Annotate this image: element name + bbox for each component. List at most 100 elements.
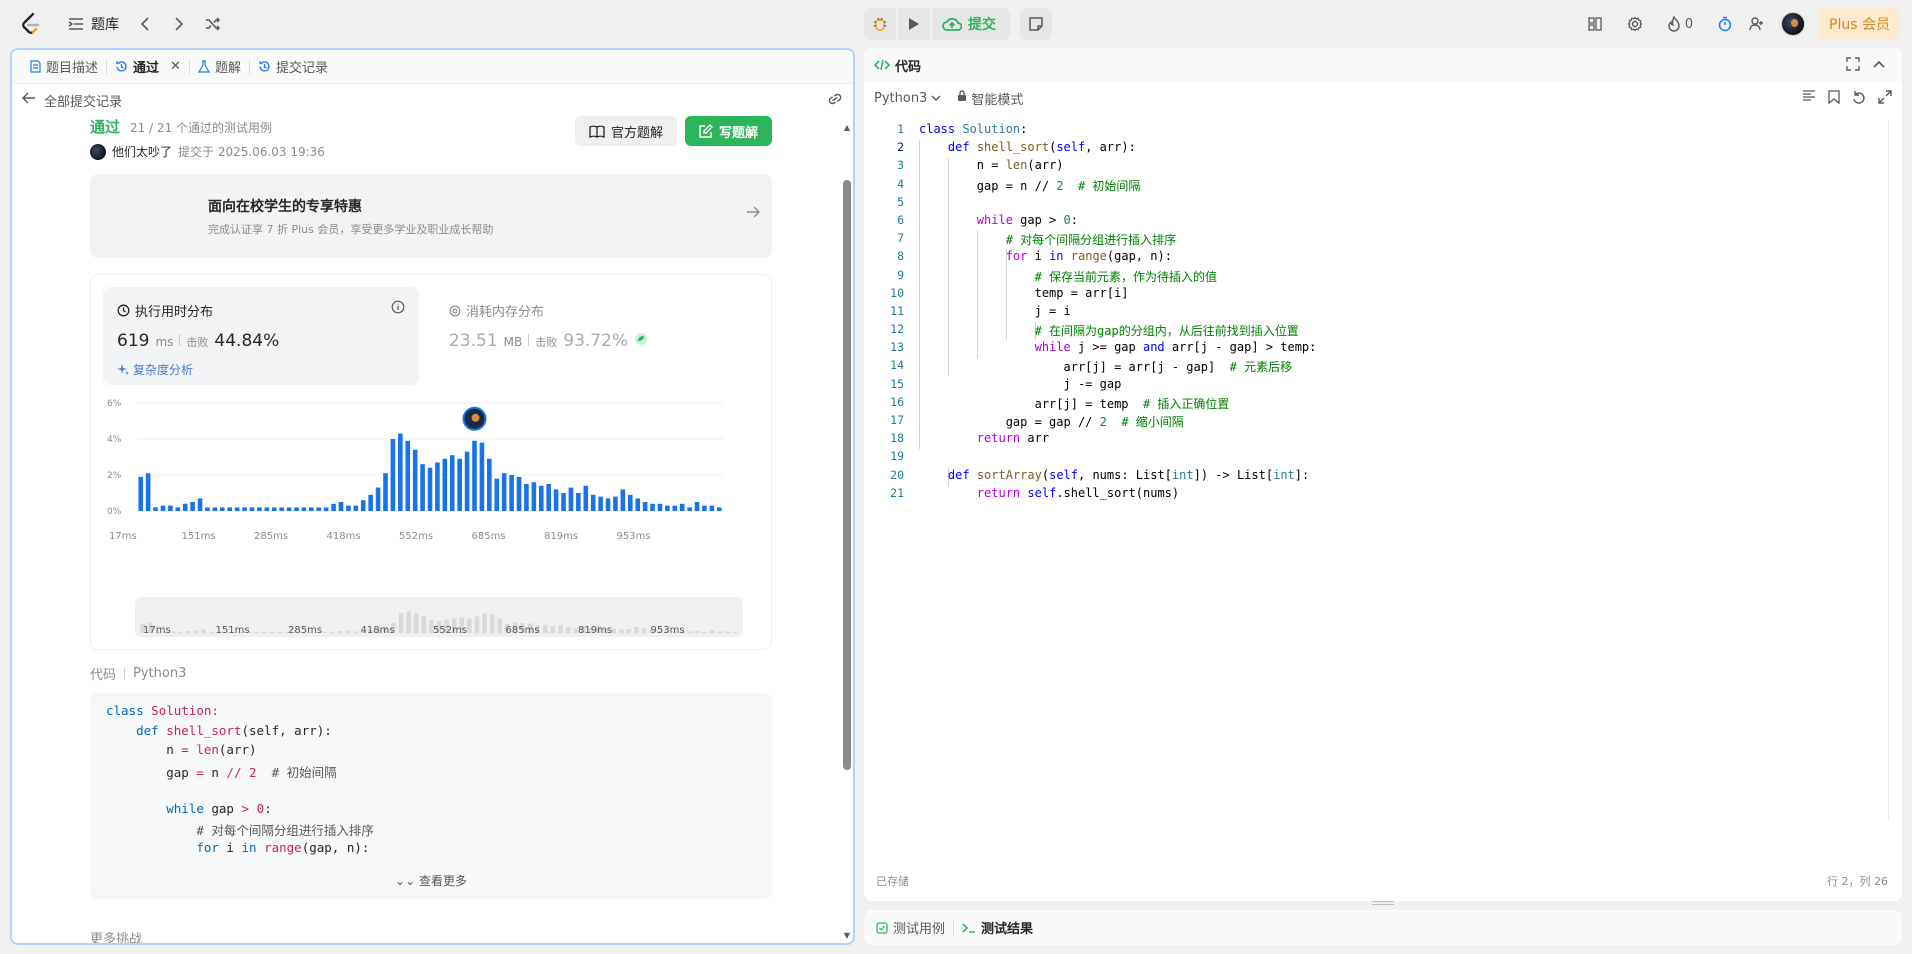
line-number: 20	[890, 467, 904, 482]
expand-icon[interactable]	[1878, 90, 1892, 108]
code-line[interactable]: 5	[864, 195, 1884, 213]
problem-bank-link[interactable]: 题库	[91, 14, 119, 34]
official-solution-button[interactable]: 官方题解	[574, 116, 677, 146]
code-line[interactable]: 12 # 在间隔为gap的分组内，从后往前找到插入位置	[864, 322, 1884, 340]
tab-test-result[interactable]: 测试结果	[962, 918, 1033, 937]
code-line[interactable]: 6 while gap > 0:	[864, 213, 1884, 231]
streak-counter[interactable]: 0	[1657, 8, 1703, 40]
code-editor[interactable]: 1 class Solution: 2 def shell_sort(self, …	[864, 122, 1884, 842]
close-tab-icon[interactable]: ✕	[170, 59, 181, 74]
smart-mode-toggle[interactable]: 智能模式	[957, 89, 1023, 108]
code-line[interactable]: 21 return self.shell_sort(nums)	[864, 486, 1884, 504]
scroll-up-arrow[interactable]: ▲	[843, 124, 851, 132]
code-line[interactable]: 8 for i in range(gap, n):	[864, 249, 1884, 267]
all-submissions-link[interactable]: 全部提交记录	[44, 91, 122, 110]
left-scrollbar[interactable]	[843, 180, 851, 770]
histogram-bar	[145, 473, 151, 511]
top-nav: 题库 提交 0 Plus 会员	[0, 0, 1912, 48]
histogram-bar	[635, 498, 640, 511]
scroll-down-arrow[interactable]: ▼	[843, 932, 851, 940]
code-line[interactable]: 19	[864, 449, 1884, 467]
editor-scrollbar[interactable]	[1888, 120, 1900, 820]
histogram-bar	[212, 507, 218, 511]
code-line[interactable]: 4 gap = n // 2 # 初始间隔	[864, 177, 1884, 195]
prev-problem-icon[interactable]	[133, 12, 157, 36]
y-tick-label: 6%	[107, 399, 122, 409]
runtime-title-label: 执行用时分布	[135, 305, 214, 320]
tab-code[interactable]: 代码	[874, 56, 921, 75]
submit-button[interactable]: 提交	[932, 8, 1010, 40]
problem-list-icon[interactable]	[66, 14, 86, 34]
tab-solutions[interactable]: 题解	[190, 50, 249, 84]
memory-card[interactable]: 消耗内存分布 23.51 MB 击败 93.72%	[435, 287, 735, 385]
tab-testcase[interactable]: 测试用例	[876, 918, 945, 937]
back-arrow-icon[interactable]	[22, 92, 36, 108]
username[interactable]: 他们太吵了	[112, 143, 172, 160]
code-line[interactable]: 3 n = len(arr)	[864, 158, 1884, 176]
reset-icon[interactable]	[1852, 90, 1866, 108]
code-line: gap = n // 2 # 初始间隔	[106, 764, 337, 780]
layout-icon[interactable]	[1579, 8, 1611, 40]
code-line[interactable]: 11 j = i	[864, 304, 1884, 322]
runtime-value-row: 619 ms 击败 44.84%	[117, 331, 279, 351]
bookmark-icon[interactable]	[1828, 90, 1840, 108]
format-icon[interactable]	[1802, 90, 1816, 108]
tab-description[interactable]: 题目描述	[22, 50, 106, 84]
range-selector-minimap[interactable]: 17ms 151ms 285ms 418ms 552ms 685ms 819ms 953ms	[135, 597, 743, 637]
tab-accepted-label: 通过	[133, 61, 160, 76]
timer-icon[interactable]	[1709, 8, 1741, 40]
minimap-bar	[558, 625, 563, 633]
code-line[interactable]: 18 return arr	[864, 431, 1884, 449]
code-line[interactable]: 7 # 对每个间隔分组进行插入排序	[864, 231, 1884, 249]
line-number: 16	[890, 394, 904, 409]
user-avatar[interactable]	[1781, 12, 1806, 36]
fullscreen-icon[interactable]	[1846, 57, 1860, 75]
run-button[interactable]	[898, 8, 930, 40]
code-line[interactable]: 9 # 保存当前元素，作为待插入的值	[864, 268, 1884, 286]
code-line[interactable]: 2 def shell_sort(self, arr):	[864, 140, 1884, 158]
invite-user-icon[interactable]	[1741, 8, 1773, 40]
share-link-icon[interactable]	[827, 92, 843, 110]
language-selector[interactable]: Python3	[874, 91, 941, 106]
info-icon[interactable]	[391, 300, 405, 318]
show-more-button[interactable]: ⌄⌄ 查看更多	[90, 872, 772, 889]
memory-beat-percent: 93.72%	[563, 331, 629, 351]
leetcode-logo-icon[interactable]	[18, 11, 44, 37]
complexity-label: 复杂度分析	[133, 363, 194, 377]
notes-button[interactable]	[1020, 8, 1052, 40]
book-icon	[589, 125, 605, 138]
tab-submissions[interactable]: 提交记录	[250, 50, 336, 84]
runtime-card[interactable]: 执行用时分布 619 ms 击败 44.84% 复杂度分析	[103, 287, 419, 385]
collapse-chevron-up-icon[interactable]	[1872, 57, 1886, 75]
minimap-bar	[687, 631, 692, 633]
code-line[interactable]: 20 def sortArray(self, nums: List[int]) …	[864, 468, 1884, 486]
user-avatar-small[interactable]	[90, 143, 106, 160]
random-problem-icon[interactable]	[201, 12, 225, 36]
line-number: 1	[897, 122, 904, 136]
code-line[interactable]: 1 class Solution:	[864, 122, 1884, 140]
next-problem-icon[interactable]	[167, 12, 191, 36]
code-line[interactable]: 15 j -= gap	[864, 377, 1884, 395]
line-number: 2	[897, 140, 904, 155]
write-solution-button[interactable]: 写题解	[684, 116, 772, 146]
resize-handle[interactable]	[1372, 901, 1394, 905]
minimap-bar	[717, 631, 723, 633]
debug-button[interactable]	[864, 8, 896, 40]
runtime-distribution-chart[interactable]: 0% 2% 4% 6% 17ms 151ms 285ms 418ms 552ms 685ms 819…	[103, 393, 743, 543]
tab-accepted[interactable]: 通过 ✕	[107, 50, 189, 84]
code-line[interactable]: 16 arr[j] = temp # 插入正确位置	[864, 395, 1884, 413]
tab-submissions-label: 提交记录	[275, 61, 328, 76]
histogram-bar	[375, 487, 381, 511]
chevron-down-icon	[931, 91, 941, 106]
submitted-code-preview: class Solution: def shell_sort(self, arr…	[90, 693, 772, 899]
code-line[interactable]: 10 temp = arr[i]	[864, 286, 1884, 304]
minimap-tick-label: 552ms	[433, 625, 467, 636]
code-line[interactable]: 14 arr[j] = arr[j - gap] # 元素后移	[864, 358, 1884, 376]
code-line[interactable]: 13 while j >= gap and arr[j - gap] > tem…	[864, 340, 1884, 358]
settings-gear-icon[interactable]	[1619, 8, 1651, 40]
minimap-bar	[732, 632, 738, 633]
code-line[interactable]: 17 gap = gap // 2 # 缩小间隔	[864, 413, 1884, 431]
student-promo-banner[interactable]: 面向在校学生的专享特惠 完成认证享 7 折 Plus 会员，享受更多学业及职业成…	[90, 174, 772, 258]
plus-member-button[interactable]: Plus 会员	[1819, 8, 1900, 40]
complexity-analysis-link[interactable]: 复杂度分析	[117, 361, 193, 378]
